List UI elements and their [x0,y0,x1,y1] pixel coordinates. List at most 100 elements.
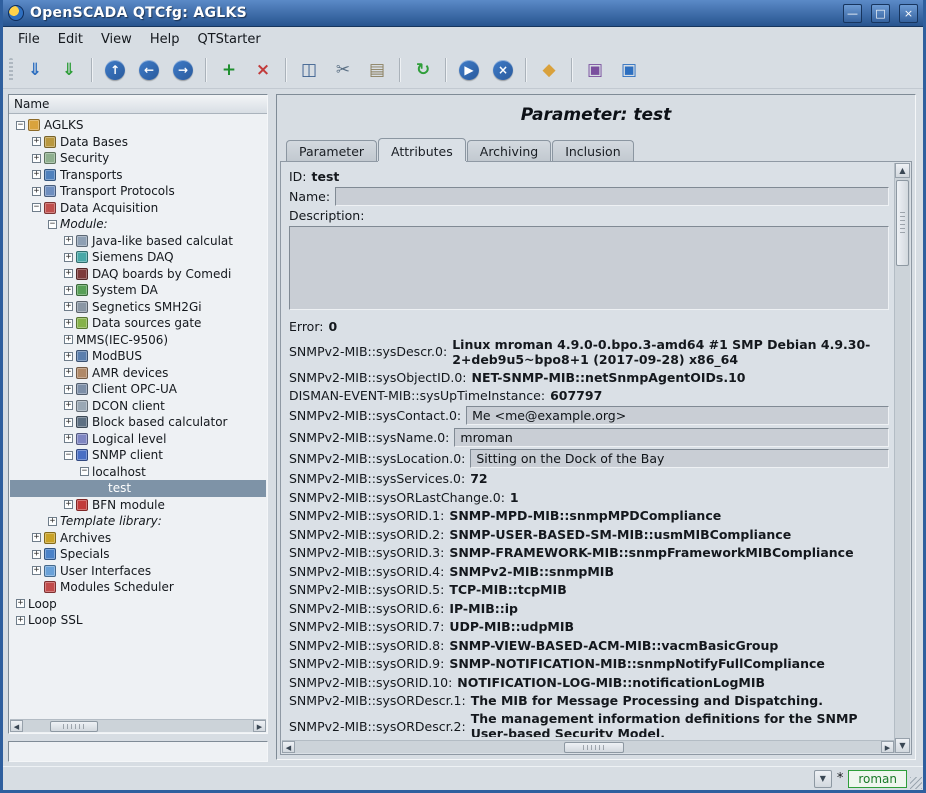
collapse-icon[interactable]: − [16,121,25,130]
tree-item-logical-level[interactable]: +Logical level [10,431,266,448]
tree-item-client-opc-ua[interactable]: +Client OPC-UA [10,381,266,398]
vision-window-button[interactable]: ▣ [614,55,644,85]
field-snmpv2-mib-syslocation-0[interactable] [470,449,889,468]
content-horizontal-scrollbar[interactable]: ◀ ▶ [282,740,894,753]
scroll-left-icon[interactable]: ◀ [282,741,295,753]
expand-icon[interactable]: + [32,187,41,196]
tab-parameter[interactable]: Parameter [286,140,377,161]
tree-item-modbus[interactable]: +ModBUS [10,348,266,365]
go-up-button[interactable]: ↑ [100,55,130,85]
collapse-icon[interactable]: − [32,203,41,212]
menu-file[interactable]: File [9,30,49,49]
tab-archiving[interactable]: Archiving [467,140,551,161]
tree-item-archives[interactable]: +Archives [10,530,266,547]
minimize-button[interactable]: — [843,4,862,23]
scroll-right-icon[interactable]: ▶ [881,741,894,753]
tree-item-data-bases[interactable]: +Data Bases [10,134,266,151]
menu-qtstarter[interactable]: QTStarter [188,30,269,49]
expand-icon[interactable]: + [32,550,41,559]
expand-icon[interactable]: + [64,302,73,311]
tree-item-loop-ssl[interactable]: +Loop SSL [10,612,266,629]
expand-icon[interactable]: + [64,418,73,427]
expand-icon[interactable]: + [16,599,25,608]
go-forward-button[interactable]: → [168,55,198,85]
maximize-button[interactable]: □ [871,4,890,23]
expand-icon[interactable]: + [64,434,73,443]
field-name[interactable] [335,187,889,206]
tree-item-data-acquisition[interactable]: −Data Acquisition [10,200,266,217]
tree-item-java-like-based-calculat[interactable]: +Java-like based calculat [10,233,266,250]
tree-hscroll-handle[interactable] [50,721,98,732]
start-button[interactable]: ▶ [454,55,484,85]
tree-item-siemens-daq[interactable]: +Siemens DAQ [10,249,266,266]
expand-icon[interactable]: + [64,286,73,295]
status-dropdown-button[interactable]: ▼ [814,770,832,788]
field-snmpv2-mib-syscontact-0[interactable] [466,406,889,425]
field-description[interactable] [289,226,889,310]
tree-item-daq-boards-by-comedi[interactable]: +DAQ boards by Comedi [10,266,266,283]
expand-icon[interactable]: + [64,368,73,377]
expand-icon[interactable]: + [64,319,73,328]
clean-button[interactable]: ◆ [534,55,564,85]
expand-icon[interactable]: + [32,533,41,542]
refresh-button[interactable]: ↻ [408,55,438,85]
expand-icon[interactable]: + [64,269,73,278]
vscroll-handle[interactable] [896,180,909,266]
vertical-scrollbar[interactable]: ▲ ▼ [894,163,910,753]
copy-item-button[interactable]: ◫ [294,55,324,85]
load-from-db-button[interactable]: ⇓ [20,55,50,85]
scroll-down-icon[interactable]: ▼ [895,738,910,753]
current-user-badge[interactable]: roman [848,770,907,788]
tree-item-data-sources-gate[interactable]: +Data sources gate [10,315,266,332]
save-to-db-button[interactable]: ⇓ [54,55,84,85]
tree-item-amr-devices[interactable]: +AMR devices [10,365,266,382]
tree-item-dcon-client[interactable]: +DCON client [10,398,266,415]
add-item-button[interactable]: + [214,55,244,85]
expand-icon[interactable]: + [64,385,73,394]
content-hscroll-handle[interactable] [564,742,624,753]
scroll-up-icon[interactable]: ▲ [895,163,910,178]
stop-button[interactable]: × [488,55,518,85]
expand-icon[interactable]: + [64,352,73,361]
menu-edit[interactable]: Edit [49,30,92,49]
tab-inclusion[interactable]: Inclusion [552,140,633,161]
tree-item-aglks[interactable]: −AGLKS [10,117,266,134]
scroll-left-icon[interactable]: ◀ [10,720,23,732]
tab-attributes[interactable]: Attributes [378,138,466,161]
tree-item-module[interactable]: −Module: [10,216,266,233]
menu-view[interactable]: View [92,30,141,49]
toolbar-handle[interactable] [9,58,13,82]
tree-item-user-interfaces[interactable]: +User Interfaces [10,563,266,580]
expand-icon[interactable]: + [64,500,73,509]
tree-item-segnetics-smh2gi[interactable]: +Segnetics SMH2Gi [10,299,266,316]
collapse-icon[interactable]: − [64,451,73,460]
tree-item-template-library[interactable]: +Template library: [10,513,266,530]
tree-item-loop[interactable]: +Loop [10,596,266,613]
tree-item-system-da[interactable]: +System DA [10,282,266,299]
expand-icon[interactable]: + [64,335,73,344]
collapse-icon[interactable]: − [48,220,57,229]
expand-icon[interactable]: + [32,170,41,179]
tree-item-block-based-calculator[interactable]: +Block based calculator [10,414,266,431]
tree-item-bfn-module[interactable]: +BFN module [10,497,266,514]
expand-icon[interactable]: + [32,566,41,575]
expand-icon[interactable]: + [32,137,41,146]
delete-item-button[interactable]: × [248,55,278,85]
title-bar[interactable]: OpenSCADA QTCfg: AGLKS — □ × [3,0,923,27]
expand-icon[interactable]: + [64,253,73,262]
go-back-button[interactable]: ← [134,55,164,85]
cut-item-button[interactable]: ✂ [328,55,358,85]
paste-item-button[interactable]: ▤ [362,55,392,85]
field-snmpv2-mib-sysname-0[interactable] [454,428,889,447]
tree-item-transports[interactable]: +Transports [10,167,266,184]
tree-item-snmp-client[interactable]: −SNMP client [10,447,266,464]
qtcfg-window-button[interactable]: ▣ [580,55,610,85]
expand-icon[interactable]: + [16,616,25,625]
tree-item-mms-iec-9506[interactable]: +MMS(IEC-9506) [10,332,266,349]
tree-horizontal-scrollbar[interactable]: ◀ ▶ [10,719,266,732]
tree-column-header[interactable]: Name [9,95,267,114]
tree-filter-input[interactable] [8,741,268,762]
expand-icon[interactable]: + [64,401,73,410]
tree-item-localhost[interactable]: −localhost [10,464,266,481]
tree-item-modules-scheduler[interactable]: Modules Scheduler [10,579,266,596]
